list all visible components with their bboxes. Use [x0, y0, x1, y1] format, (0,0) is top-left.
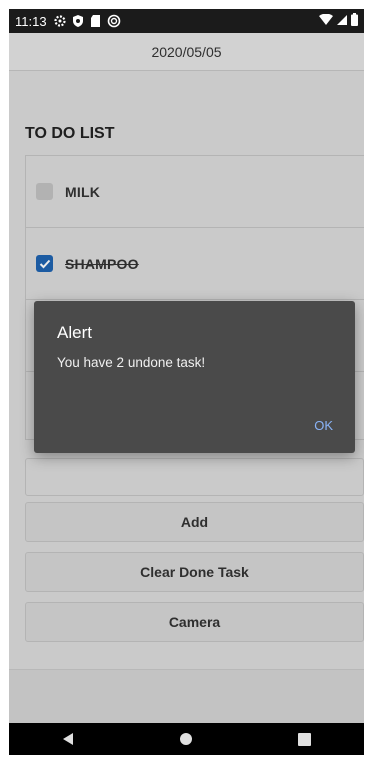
- sd-card-icon: [89, 14, 103, 28]
- alert-dialog: Alert You have 2 undone task! OK: [34, 301, 355, 453]
- signal-icon: [336, 14, 348, 29]
- home-icon[interactable]: [179, 732, 193, 746]
- gear-icon: [53, 14, 67, 28]
- sync-icon: [107, 14, 121, 28]
- shield-icon: [71, 14, 85, 28]
- status-time: 11:13: [15, 13, 47, 29]
- back-icon[interactable]: [62, 732, 74, 746]
- battery-icon: [351, 13, 358, 29]
- ok-button[interactable]: OK: [314, 418, 333, 433]
- phone-screen: 11:13 2020/05/05 TO DO LIST MILK SHAMPOO…: [9, 9, 364, 755]
- dialog-title: Alert: [57, 323, 92, 342]
- navigation-bar: [9, 723, 364, 755]
- status-bar: 11:13: [9, 9, 364, 33]
- dialog-message: You have 2 undone task!: [57, 355, 206, 370]
- wifi-icon: [319, 13, 333, 29]
- recents-icon[interactable]: [298, 732, 312, 746]
